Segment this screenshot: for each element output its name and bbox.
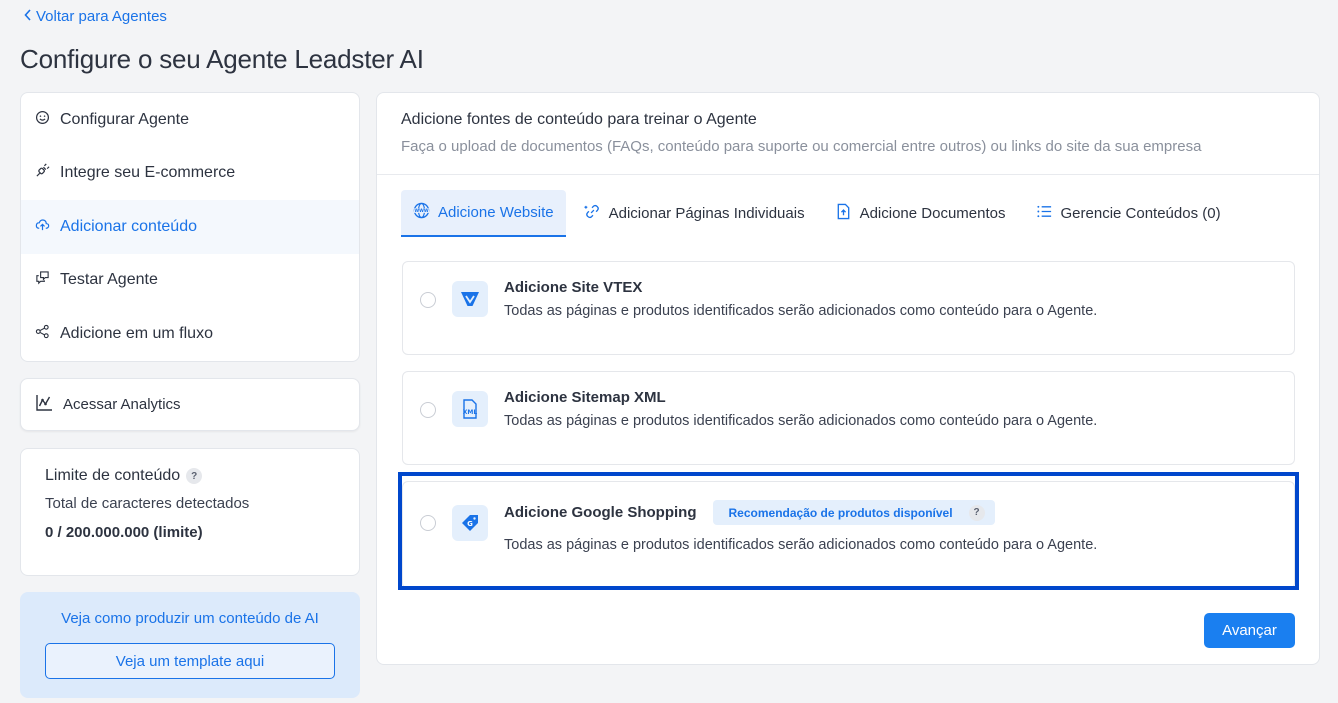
svg-text:G: G bbox=[467, 520, 473, 528]
tab-label: Adicione Documentos bbox=[859, 205, 1006, 222]
google-tag-icon: G bbox=[452, 505, 488, 541]
sidebar-item-label: Adicione em um fluxo bbox=[60, 324, 213, 342]
view-template-button[interactable]: Veja um template aqui bbox=[45, 643, 335, 679]
sidebar-item-label: Integre seu E-commerce bbox=[60, 164, 236, 182]
chat-icon bbox=[35, 270, 50, 290]
tab-gerencie-conteudos[interactable]: Gerencie Conteúdos (0) bbox=[1024, 190, 1233, 237]
option-description: Todas as páginas e produtos identificado… bbox=[504, 413, 1098, 429]
tab-label: Gerencie Conteúdos (0) bbox=[1060, 205, 1221, 222]
option-title-row: Adicione Google Shopping Recomendação de… bbox=[504, 500, 995, 525]
option-sitemap-xml[interactable]: XML Adicione Sitemap XML Todas as página… bbox=[402, 371, 1295, 465]
list-icon bbox=[1036, 203, 1053, 224]
option-title: Adicione Site VTEX bbox=[504, 279, 643, 296]
option-site-vtex[interactable]: Adicione Site VTEX Todas as páginas e pr… bbox=[402, 261, 1295, 355]
promo-card: Veja como produzir um conteúdo de AI Vej… bbox=[20, 592, 360, 698]
radio-google-shopping[interactable] bbox=[420, 515, 436, 531]
back-link-label: Voltar para Agentes bbox=[36, 8, 167, 25]
sidebar-item-adicionar-conteudo[interactable]: Adicionar conteúdo bbox=[21, 200, 359, 254]
help-icon[interactable]: ? bbox=[968, 504, 985, 521]
xml-file-icon: XML bbox=[452, 391, 488, 427]
sidebar-item-label: Configurar Agente bbox=[60, 110, 189, 128]
file-upload-icon bbox=[835, 203, 852, 224]
next-button[interactable]: Avançar bbox=[1204, 613, 1295, 648]
page-title: Configure o seu Agente Leadster AI bbox=[20, 44, 424, 74]
tab-adicionar-paginas[interactable]: Adicionar Páginas Individuais bbox=[572, 190, 817, 237]
plug-icon bbox=[35, 163, 50, 183]
cloud-upload-icon bbox=[35, 217, 50, 237]
sidebar-nav: Configurar Agente Integre seu E-commerce… bbox=[20, 92, 360, 362]
chevron-left-icon bbox=[24, 8, 32, 25]
content-panel: Adicione fontes de conteúdo para treinar… bbox=[376, 92, 1320, 665]
back-to-agents-link[interactable]: Voltar para Agentes bbox=[24, 8, 167, 25]
option-description: Todas as páginas e produtos identificado… bbox=[504, 303, 1098, 319]
panel-title: Adicione fontes de conteúdo para treinar… bbox=[401, 111, 757, 128]
tab-adicione-documentos[interactable]: Adicione Documentos bbox=[823, 190, 1018, 237]
limit-title: Limite de conteúdo bbox=[45, 467, 181, 484]
radio-site-vtex[interactable] bbox=[420, 292, 436, 308]
limit-value: 0 / 200.000.000 (limite) bbox=[45, 524, 203, 541]
tab-adicione-website[interactable]: WWW Adicione Website bbox=[401, 190, 566, 237]
vtex-icon bbox=[452, 281, 488, 317]
promo-text: Veja como produzir um conteúdo de AI bbox=[61, 610, 319, 627]
smile-icon bbox=[35, 110, 50, 130]
sidebar-item-testar-agente[interactable]: Testar Agente bbox=[21, 254, 359, 308]
analytics-link[interactable]: Acessar Analytics bbox=[20, 378, 360, 431]
share-nodes-icon bbox=[35, 324, 50, 344]
link-add-icon bbox=[584, 203, 601, 224]
recommendation-badge: Recomendação de produtos disponível ? bbox=[712, 500, 995, 525]
svg-text:WWW: WWW bbox=[414, 208, 429, 214]
sidebar-item-label: Testar Agente bbox=[60, 271, 158, 289]
analytics-chart-icon bbox=[35, 394, 53, 416]
option-google-shopping[interactable]: G Adicione Google Shopping Recomendação … bbox=[402, 481, 1295, 589]
help-icon[interactable]: ? bbox=[186, 468, 203, 484]
sidebar-item-configurar-agente[interactable]: Configurar Agente bbox=[21, 93, 359, 147]
content-tabs: WWW Adicione Website Adicionar Páginas I… bbox=[401, 190, 1239, 237]
panel-description: Faça o upload de documentos (FAQs, conte… bbox=[401, 138, 1202, 155]
tab-label: Adicione Website bbox=[438, 204, 554, 221]
option-title: Adicione Google Shopping bbox=[504, 504, 697, 521]
sidebar-item-label: Adicionar conteúdo bbox=[60, 217, 197, 235]
globe-www-icon: WWW bbox=[413, 202, 430, 223]
sidebar-item-adicione-fluxo[interactable]: Adicione em um fluxo bbox=[21, 307, 359, 361]
sidebar-item-integre-ecommerce[interactable]: Integre seu E-commerce bbox=[21, 147, 359, 201]
tab-label: Adicionar Páginas Individuais bbox=[608, 205, 805, 222]
option-title: Adicione Sitemap XML bbox=[504, 389, 666, 406]
radio-sitemap-xml[interactable] bbox=[420, 402, 436, 418]
content-limit-card: Limite de conteúdo ? Total de caracteres… bbox=[20, 448, 360, 576]
analytics-label: Acessar Analytics bbox=[63, 396, 181, 413]
svg-text:XML: XML bbox=[463, 409, 478, 416]
limit-subtitle: Total de caracteres detectados bbox=[45, 495, 250, 512]
badge-label: Recomendação de produtos disponível bbox=[728, 505, 953, 520]
option-description: Todas as páginas e produtos identificado… bbox=[504, 537, 1098, 553]
